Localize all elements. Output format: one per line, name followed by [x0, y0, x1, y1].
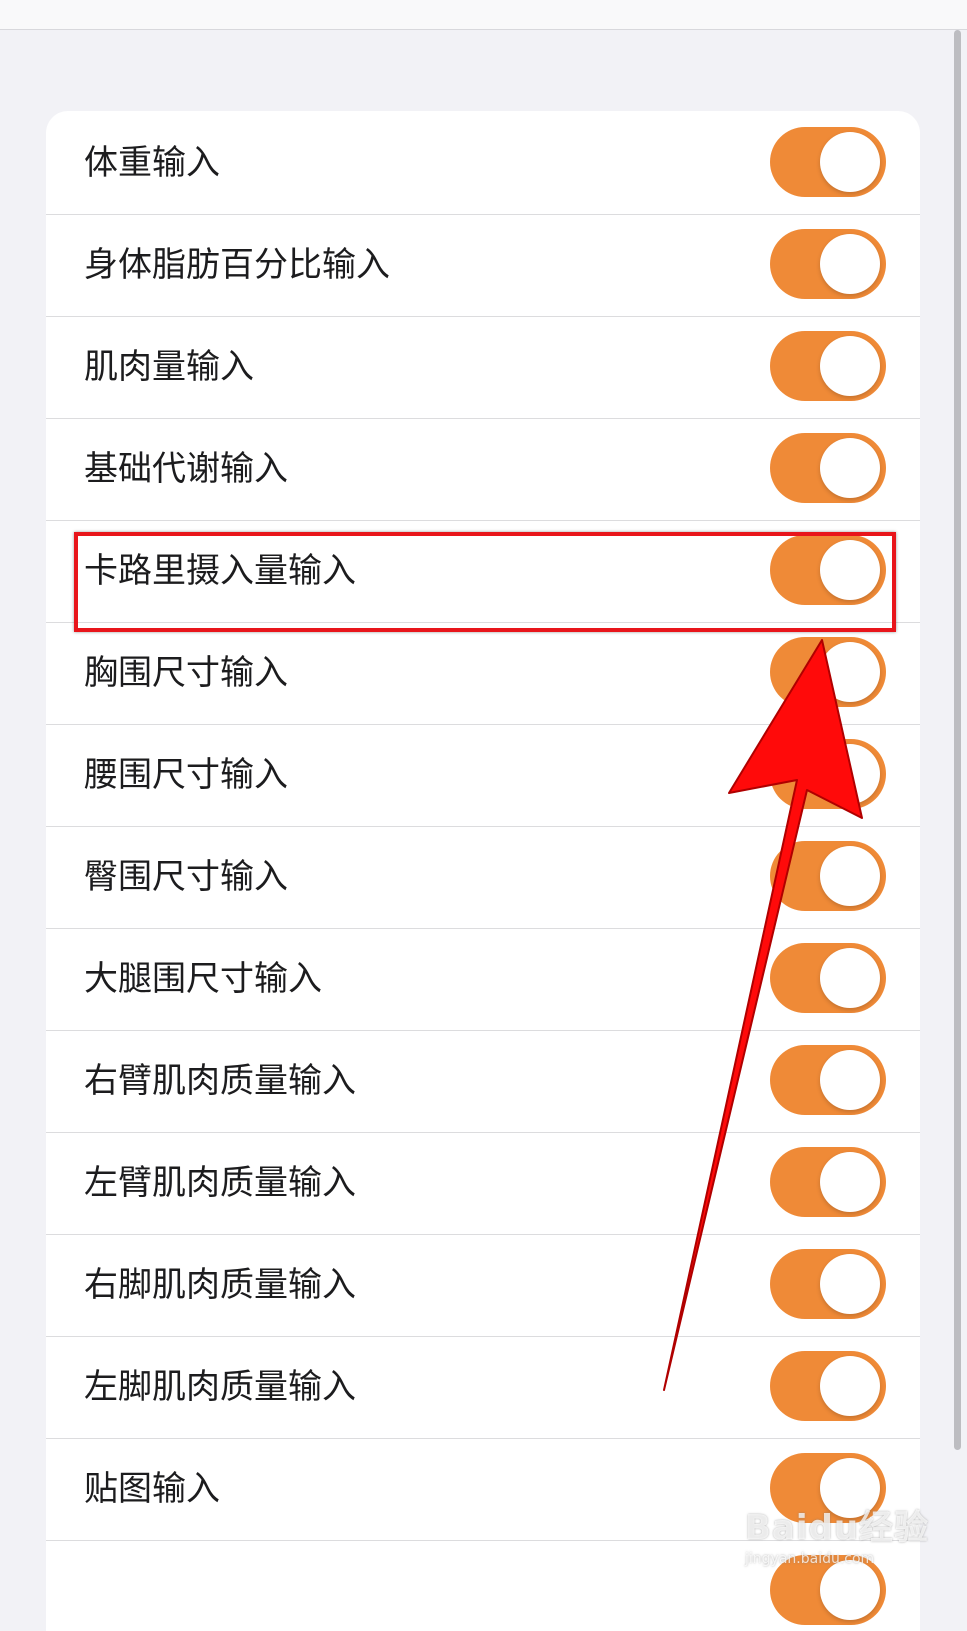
- sticker-toggle[interactable]: [770, 1453, 886, 1523]
- setting-row-right-arm: 右臂肌肉质量输入: [46, 1029, 920, 1133]
- setting-label: 右臂肌肉质量输入: [84, 1061, 356, 1101]
- partial-toggle[interactable]: [770, 1555, 886, 1625]
- left-leg-toggle[interactable]: [770, 1351, 886, 1421]
- toggle-knob: [820, 1560, 880, 1620]
- right-leg-toggle[interactable]: [770, 1249, 886, 1319]
- setting-label: 腰围尺寸输入: [84, 755, 288, 795]
- toggle-knob: [820, 948, 880, 1008]
- toggle-knob: [820, 1050, 880, 1110]
- toggle-knob: [820, 336, 880, 396]
- setting-row-left-leg: 左脚肌肉质量输入: [46, 1335, 920, 1439]
- toggle-knob: [820, 438, 880, 498]
- setting-label: 右脚肌肉质量输入: [84, 1265, 356, 1305]
- setting-label: 身体脂肪百分比输入: [84, 245, 390, 285]
- toggle-knob: [820, 234, 880, 294]
- setting-label: 基础代谢输入: [84, 449, 288, 489]
- toggle-knob: [820, 540, 880, 600]
- setting-row-muscle-mass: 肌肉量输入: [46, 315, 920, 419]
- setting-label: 臀围尺寸输入: [84, 857, 288, 897]
- right-arm-toggle[interactable]: [770, 1045, 886, 1115]
- setting-row-body-fat: 身体脂肪百分比输入: [46, 213, 920, 317]
- setting-row-calorie-intake: 卡路里摄入量输入: [46, 519, 920, 623]
- setting-row-weight: 体重输入: [46, 111, 920, 215]
- setting-label: 贴图输入: [84, 1469, 220, 1509]
- setting-row-chest: 胸围尺寸输入: [46, 621, 920, 725]
- scrollbar[interactable]: [954, 30, 961, 1450]
- top-bar: [0, 0, 967, 30]
- setting-row-waist: 腰围尺寸输入: [46, 723, 920, 827]
- toggle-knob: [820, 846, 880, 906]
- toggle-knob: [820, 1152, 880, 1212]
- toggle-knob: [820, 744, 880, 804]
- waist-toggle[interactable]: [770, 739, 886, 809]
- chest-toggle[interactable]: [770, 637, 886, 707]
- toggle-knob: [820, 1458, 880, 1518]
- setting-label: 左臂肌肉质量输入: [84, 1163, 356, 1203]
- setting-label: 肌肉量输入: [84, 347, 254, 387]
- setting-row-partial: [46, 1539, 920, 1631]
- setting-label: 体重输入: [84, 143, 220, 183]
- toggle-knob: [820, 132, 880, 192]
- toggle-knob: [820, 642, 880, 702]
- setting-row-thigh: 大腿围尺寸输入: [46, 927, 920, 1031]
- weight-toggle[interactable]: [770, 127, 886, 197]
- setting-label: 胸围尺寸输入: [84, 653, 288, 693]
- setting-row-basal-metabolism: 基础代谢输入: [46, 417, 920, 521]
- basal-metabolism-toggle[interactable]: [770, 433, 886, 503]
- thigh-toggle[interactable]: [770, 943, 886, 1013]
- settings-card: 体重输入 身体脂肪百分比输入 肌肉量输入 基础代谢输入 卡路里摄入量输入 胸围尺…: [46, 111, 920, 1631]
- setting-label: 左脚肌肉质量输入: [84, 1367, 356, 1407]
- muscle-mass-toggle[interactable]: [770, 331, 886, 401]
- setting-label: 卡路里摄入量输入: [84, 551, 356, 591]
- setting-row-left-arm: 左臂肌肉质量输入: [46, 1131, 920, 1235]
- setting-label: 大腿围尺寸输入: [84, 959, 322, 999]
- setting-row-sticker: 贴图输入: [46, 1437, 920, 1541]
- toggle-knob: [820, 1356, 880, 1416]
- left-arm-toggle[interactable]: [770, 1147, 886, 1217]
- toggle-knob: [820, 1254, 880, 1314]
- setting-row-hip: 臀围尺寸输入: [46, 825, 920, 929]
- body-fat-toggle[interactable]: [770, 229, 886, 299]
- calorie-intake-toggle[interactable]: [770, 535, 886, 605]
- hip-toggle[interactable]: [770, 841, 886, 911]
- setting-row-right-leg: 右脚肌肉质量输入: [46, 1233, 920, 1337]
